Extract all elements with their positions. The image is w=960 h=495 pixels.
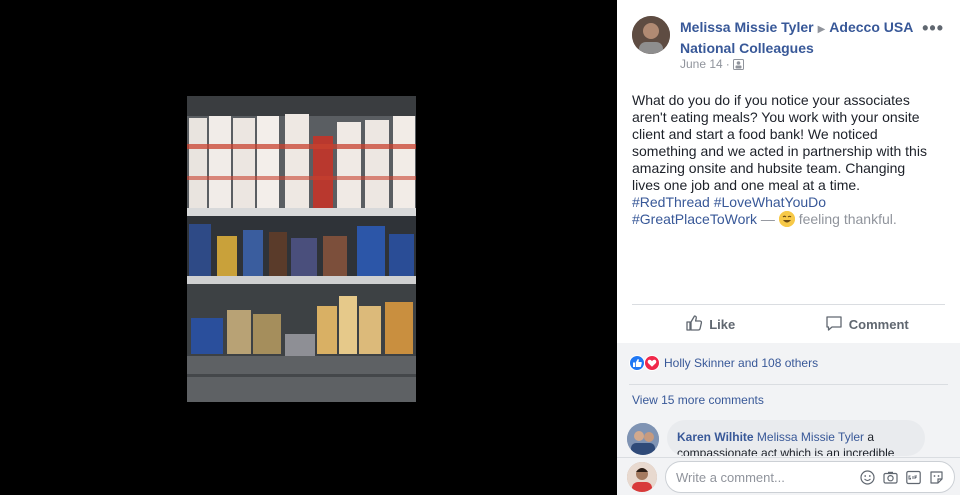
hashtag[interactable]: #GreatPlaceToWork [632, 211, 757, 227]
post-date[interactable]: June 14 [680, 57, 723, 71]
post-panel: Melissa Missie Tyler ▶ Adecco USA National… [617, 0, 960, 495]
reactions-count[interactable]: Holly Skinner and 108 others [664, 356, 818, 370]
author-name[interactable]: Melissa Missie Tyler [680, 19, 814, 35]
comment-input-box [665, 461, 955, 493]
comment-composer [617, 457, 960, 495]
meta-separator: · [725, 57, 730, 71]
post-meta: June 14 · [680, 57, 744, 71]
audience-group-icon[interactable] [732, 58, 744, 70]
thumbs-up-icon [685, 314, 703, 335]
commenter-avatar[interactable] [627, 423, 659, 455]
pantry-shelves-image [187, 96, 416, 402]
composer-icons [859, 469, 944, 485]
emoji-icon[interactable] [859, 469, 875, 485]
post-photo[interactable] [187, 96, 416, 402]
hashtag[interactable]: #RedThread [632, 194, 710, 210]
reactions-divider [629, 384, 948, 385]
author-avatar[interactable] [632, 16, 670, 54]
gif-icon[interactable] [905, 469, 921, 485]
sticker-icon[interactable] [928, 469, 944, 485]
post-actions: Like Comment [632, 305, 945, 343]
smiling-emoji-icon [778, 211, 795, 227]
comment-bubble-icon [825, 314, 843, 335]
post-header: Melissa Missie Tyler ▶ Adecco USA National… [632, 16, 950, 76]
comment-bubble: Karen Wilhite Melissa Missie Tyler a com… [667, 420, 925, 456]
comment-button[interactable]: Comment [789, 305, 946, 343]
reactions-summary[interactable]: Holly Skinner and 108 others [629, 355, 818, 371]
photo-viewer [0, 0, 617, 495]
feeling-dash: — [760, 211, 775, 227]
more-options-button[interactable]: ••• [922, 18, 944, 39]
post-text: What do you do if you notice your associ… [632, 92, 927, 193]
camera-icon[interactable] [882, 469, 898, 485]
post-body: What do you do if you notice your associ… [632, 92, 932, 228]
shared-to-arrow-icon: ▶ [817, 24, 826, 35]
hashtag[interactable]: #LoveWhatYouDo [714, 194, 826, 210]
feeling-text[interactable]: feeling thankful. [799, 211, 897, 227]
like-reaction-icon [629, 355, 645, 371]
author-line: Melissa Missie Tyler ▶ Adecco USA National… [680, 18, 925, 58]
view-more-comments-link[interactable]: View 15 more comments [632, 393, 764, 407]
like-button[interactable]: Like [632, 305, 789, 343]
like-label: Like [709, 316, 736, 332]
commenter-name[interactable]: Karen Wilhite [677, 430, 754, 444]
love-reaction-icon [644, 355, 660, 371]
comment-label: Comment [848, 316, 909, 332]
comment-mention[interactable]: Melissa Missie Tyler [757, 430, 864, 444]
current-user-avatar [627, 462, 657, 492]
comment-input[interactable] [676, 469, 859, 485]
feedback-section: Holly Skinner and 108 others View 15 mor… [617, 343, 960, 495]
